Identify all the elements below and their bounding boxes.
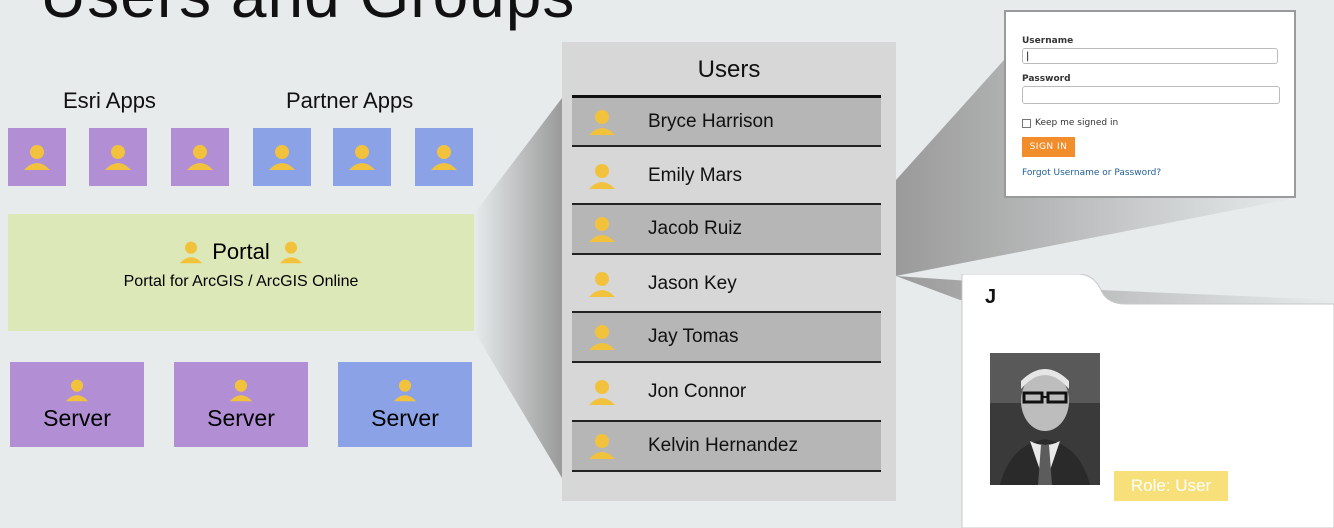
user-icon	[589, 217, 615, 242]
esri-app-tile[interactable]	[171, 128, 229, 186]
partner-app-tile[interactable]	[253, 128, 311, 186]
user-name: Jay Tomas	[648, 326, 739, 347]
user-name: Bryce Harrison	[648, 110, 774, 132]
user-name: Jon Connor	[648, 381, 747, 402]
page-heading: Users and Groups	[40, 0, 575, 32]
user-name: Kelvin Hernandez	[648, 435, 798, 456]
partner-app-tile[interactable]	[333, 128, 391, 186]
user-icon	[105, 145, 131, 170]
user-icon	[393, 379, 417, 402]
portal-box: Portal Portal for ArcGIS / ArcGIS Online	[8, 214, 474, 331]
user-icon	[349, 145, 375, 170]
server-label: Server	[43, 405, 111, 431]
forgot-link[interactable]: Forgot Username or Password?	[1022, 168, 1161, 178]
user-icon	[269, 145, 295, 170]
user-name: Jason Key	[648, 273, 737, 294]
server-label: Server	[371, 405, 439, 431]
server-box: Server	[338, 362, 472, 447]
user-icon	[431, 145, 457, 170]
connector-left	[474, 98, 562, 478]
portal-title: Portal	[212, 239, 270, 264]
user-icon	[589, 272, 615, 297]
esri-apps-label: Esri Apps	[63, 88, 156, 113]
users-panel: Users Bryce Harrison Emily Mars Jacob Ru…	[562, 42, 896, 501]
user-row[interactable]: Jay Tomas	[572, 311, 881, 363]
keep-signed-in-label: Keep me signed in	[1035, 118, 1119, 128]
user-row[interactable]: Jason Key	[572, 258, 881, 310]
user-icon	[279, 241, 303, 264]
profile-photo	[990, 353, 1100, 485]
user-icon	[65, 379, 89, 402]
user-icon	[229, 379, 253, 402]
user-icon	[179, 241, 203, 264]
password-label: Password	[1022, 74, 1071, 84]
user-icon	[589, 380, 615, 405]
server-box: Server	[174, 362, 308, 447]
user-row[interactable]: Jacob Ruiz	[572, 203, 881, 255]
portal-subtitle: Portal for ArcGIS / ArcGIS Online	[123, 273, 359, 290]
user-row[interactable]: Emily Mars	[572, 150, 881, 202]
user-icon	[589, 164, 615, 189]
user-name: Emily Mars	[648, 165, 742, 186]
user-row[interactable]: Kelvin Hernandez	[572, 420, 881, 472]
login-card: Username | Password Keep me signed in SI…	[1004, 10, 1296, 198]
server-box: Server	[10, 362, 144, 447]
user-icon	[24, 145, 50, 170]
user-icon	[589, 109, 615, 135]
user-icon	[187, 145, 213, 170]
sign-in-button[interactable]: SIGN IN	[1022, 137, 1075, 157]
partner-app-tile[interactable]	[415, 128, 473, 186]
checkbox[interactable]	[1022, 118, 1031, 128]
esri-app-tile[interactable]	[89, 128, 147, 186]
profile-letter: J	[985, 286, 997, 308]
esri-app-tile[interactable]	[8, 128, 66, 186]
user-row[interactable]: Jon Connor	[572, 366, 881, 418]
users-title: Users	[697, 56, 761, 83]
username-input[interactable]: |	[1022, 48, 1278, 64]
user-icon	[589, 434, 615, 459]
partner-apps-label: Partner Apps	[286, 88, 414, 113]
user-icon	[589, 325, 615, 350]
keep-signed-in[interactable]: Keep me signed in	[1022, 118, 1118, 128]
user-row[interactable]: Bryce Harrison	[572, 95, 881, 147]
role-badge: Role: User	[1114, 471, 1228, 501]
password-input[interactable]	[1022, 86, 1280, 104]
user-name: Jacob Ruiz	[648, 218, 742, 239]
server-label: Server	[207, 405, 275, 431]
username-label: Username	[1022, 36, 1074, 46]
